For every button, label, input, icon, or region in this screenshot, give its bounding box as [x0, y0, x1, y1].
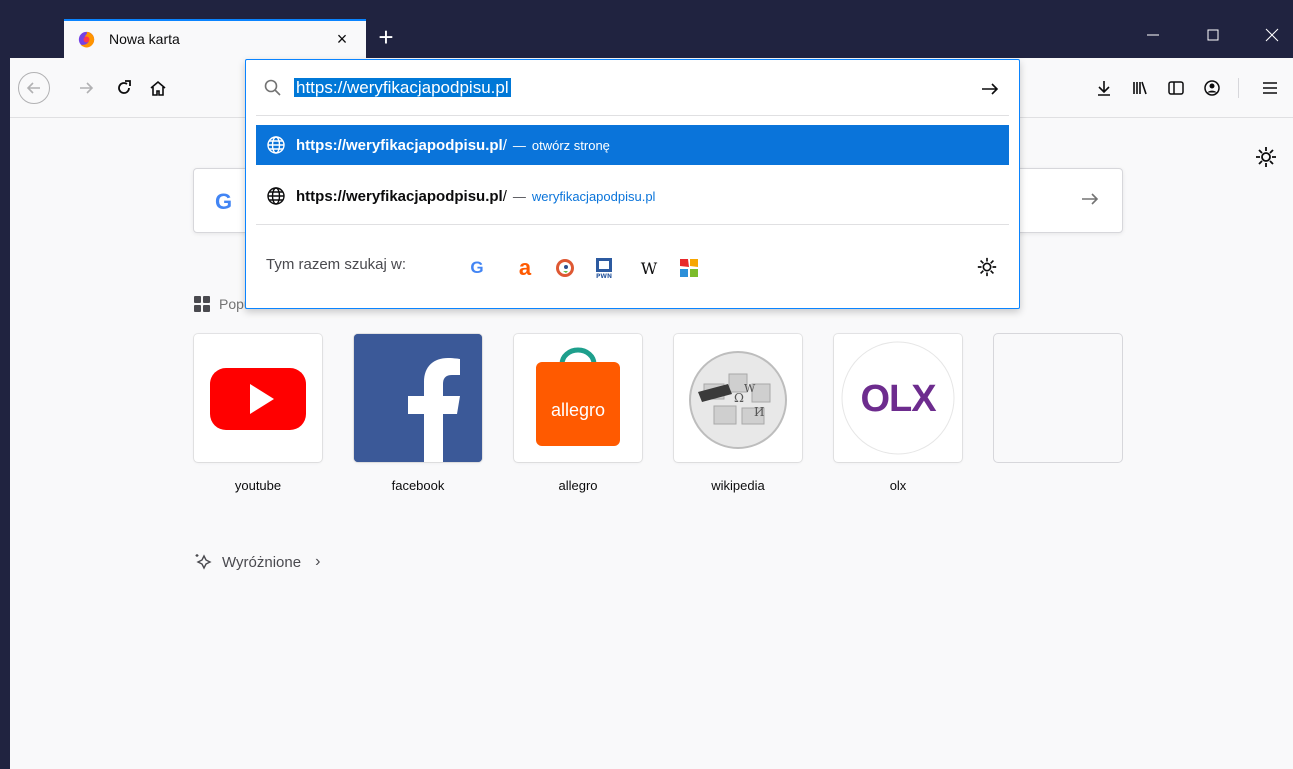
tile-allegro[interactable]: allegro: [514, 334, 642, 462]
downloads-button[interactable]: [1088, 72, 1120, 104]
tile-label-olx: olx: [889, 478, 907, 493]
google-icon[interactable]: G: [464, 255, 490, 281]
svg-text:И: И: [754, 405, 764, 419]
minimize-button[interactable]: [1133, 23, 1173, 53]
minimize-icon: [1147, 34, 1159, 36]
home-button[interactable]: [142, 72, 174, 104]
ceneo-logo: [680, 259, 698, 277]
highlights-sparkle-icon: [195, 554, 212, 570]
forward-button[interactable]: [70, 72, 102, 104]
wikipedia-globe-icon: Ω И W: [689, 351, 787, 449]
ceneo-icon[interactable]: [676, 255, 702, 281]
dropdown-separator: [256, 224, 1009, 225]
youtube-icon: [210, 368, 306, 430]
sidebar-icon: [1168, 81, 1184, 95]
toolbar-separator: [1238, 78, 1239, 98]
tile-label-allegro: allegro: [558, 478, 598, 493]
tile-facebook[interactable]: [354, 334, 482, 462]
result-url: https://weryfikacjapodpisu.pl: [296, 187, 503, 205]
library-icon: [1133, 81, 1147, 95]
search-settings-gear-icon[interactable]: [976, 256, 998, 278]
top-sites-icon: [194, 296, 210, 312]
highlights-title: Wyróżnione: [222, 553, 302, 571]
result-action: otwórz stronę: [531, 137, 610, 153]
close-window-button[interactable]: [1252, 23, 1292, 53]
tile-wikipedia[interactable]: Ω И W: [674, 334, 802, 462]
reload-icon: [118, 80, 131, 94]
allegro-icon[interactable]: a: [512, 255, 538, 281]
result-action: weryfikacjapodpisu.pl: [531, 188, 656, 204]
tab-title: Nowa karta: [109, 31, 180, 47]
maximize-icon: [1207, 29, 1219, 41]
allegro-logo-text: allegro: [550, 400, 606, 420]
tile-empty-slot[interactable]: [994, 334, 1122, 462]
tab-close-icon[interactable]: ×: [330, 27, 354, 51]
oneoff-search-label: Tym razem szukaj w:: [266, 256, 407, 273]
reload-button[interactable]: [108, 72, 140, 104]
url-input-value: https://weryfikacjapodpisu.pl: [294, 78, 511, 97]
pwn-logo: PWN: [596, 258, 612, 279]
personalize-gear-icon[interactable]: [1254, 145, 1278, 169]
pwn-icon[interactable]: PWN: [591, 255, 617, 281]
firefox-icon: [78, 31, 95, 48]
facebook-icon: [354, 334, 482, 462]
highlights-header[interactable]: Wyróżnione ›: [194, 552, 320, 572]
svg-text:PWN: PWN: [596, 273, 612, 279]
chevron-right-icon: ›: [315, 553, 321, 570]
menu-button[interactable]: [1254, 72, 1286, 104]
result-url: https://weryfikacjapodpisu.pl: [296, 136, 503, 154]
dropdown-separator: [256, 115, 1009, 116]
tile-youtube[interactable]: [194, 334, 322, 462]
close-icon: [1265, 28, 1279, 42]
result-separator: —: [512, 188, 526, 204]
wikipedia-icon[interactable]: W: [636, 255, 662, 281]
maximize-button[interactable]: [1193, 23, 1233, 53]
arrow-left-icon: [26, 82, 40, 94]
go-arrow-icon[interactable]: [979, 78, 1001, 100]
result-url-suffix: /: [502, 136, 507, 154]
svg-text:Ω: Ω: [734, 391, 744, 405]
tile-label-facebook: facebook: [391, 478, 445, 493]
arrow-right-icon: [80, 82, 94, 94]
duckduckgo-icon[interactable]: [552, 255, 578, 281]
account-icon: [1204, 80, 1220, 96]
hamburger-menu-icon: [1263, 82, 1277, 94]
svg-text:W: W: [744, 382, 756, 395]
olx-logo-text: OLX: [860, 378, 936, 420]
account-button[interactable]: [1196, 72, 1228, 104]
tab-new-tab[interactable]: Nowa karta ×: [64, 19, 366, 58]
search-icon: [264, 79, 281, 96]
result-separator: —: [512, 137, 526, 153]
tile-olx[interactable]: OLX: [834, 334, 962, 462]
window-left-edge: [0, 0, 10, 769]
back-button[interactable]: [18, 72, 50, 104]
allegro-bag-icon: [536, 347, 620, 446]
sidebar-button[interactable]: [1160, 72, 1192, 104]
urlbar-dropdown: https://weryfikacjapodpisu.pl https://we…: [245, 59, 1020, 309]
url-input[interactable]: https://weryfikacjapodpisu.pl: [294, 78, 511, 98]
home-icon: [150, 80, 166, 96]
tile-label-youtube: youtube: [234, 478, 282, 493]
globe-icon: [267, 136, 285, 154]
globe-icon: [267, 187, 285, 205]
tile-label-wikipedia: wikipedia: [711, 478, 765, 493]
result-history[interactable]: https://weryfikacjapodpisu.pl / — weryfi…: [256, 176, 1009, 216]
google-logo: G: [215, 189, 233, 214]
arrow-right-icon[interactable]: [1080, 189, 1100, 209]
duckduckgo-logo: [556, 259, 574, 277]
result-url-suffix: /: [502, 187, 507, 205]
library-button[interactable]: [1124, 72, 1156, 104]
new-tab-button[interactable]: +: [371, 22, 401, 52]
download-icon: [1098, 81, 1110, 96]
urlbar[interactable]: https://weryfikacjapodpisu.pl: [246, 60, 1019, 116]
result-visit[interactable]: https://weryfikacjapodpisu.pl / — otwórz…: [256, 125, 1009, 165]
